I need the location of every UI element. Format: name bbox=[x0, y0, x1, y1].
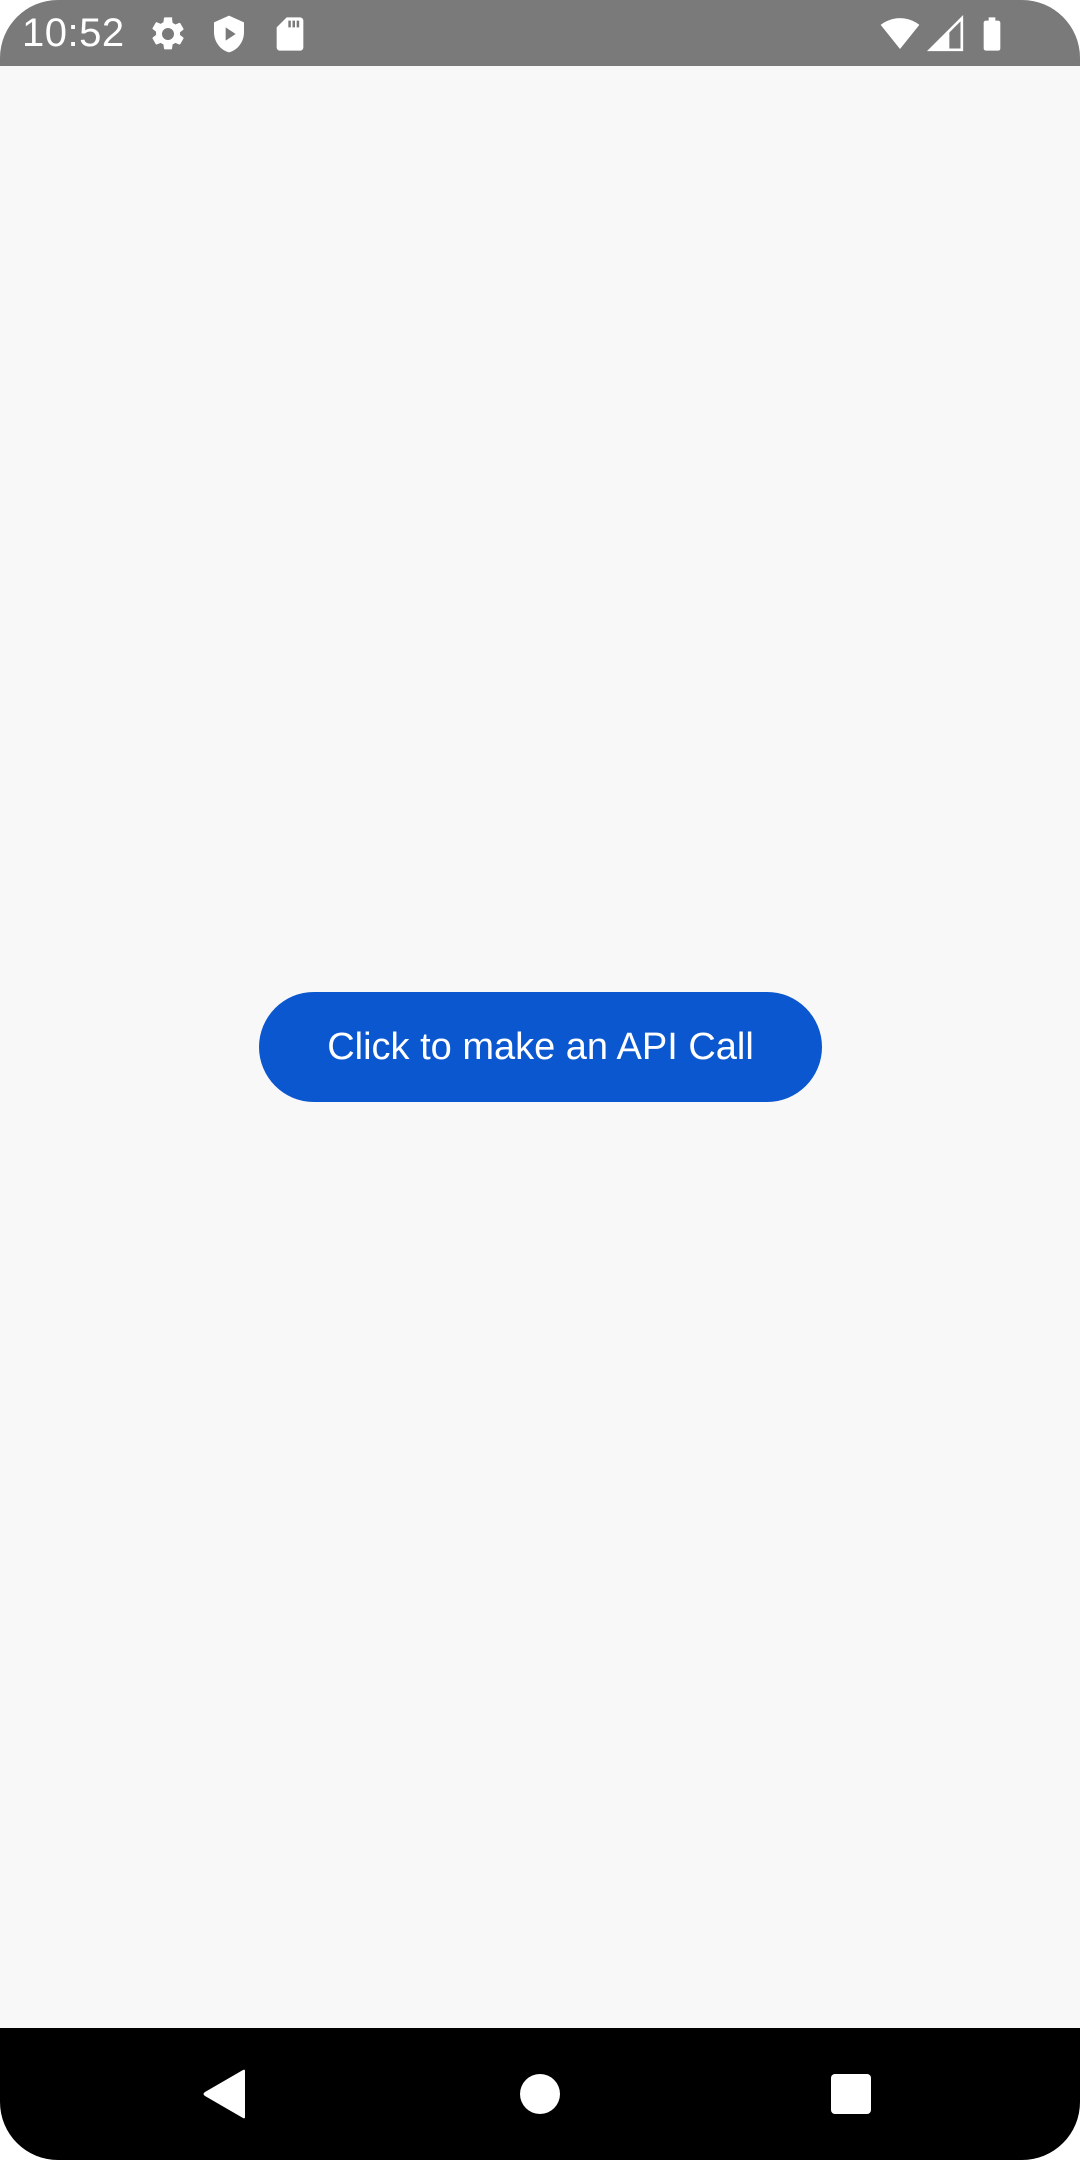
cell-signal-icon bbox=[926, 14, 966, 54]
recents-icon bbox=[831, 2074, 871, 2114]
navigation-bar bbox=[0, 2028, 1080, 2160]
recents-button[interactable] bbox=[785, 2028, 917, 2160]
back-button[interactable] bbox=[159, 2028, 291, 2160]
status-time: 10:52 bbox=[22, 11, 125, 55]
home-icon bbox=[520, 2074, 560, 2114]
sd-card-icon bbox=[270, 14, 310, 54]
play-protect-icon bbox=[209, 14, 249, 54]
battery-icon bbox=[972, 14, 1012, 54]
gear-icon bbox=[148, 14, 188, 54]
back-icon bbox=[203, 2069, 245, 2119]
main-content: Click to make an API Call bbox=[0, 66, 1080, 2028]
wifi-icon bbox=[880, 14, 920, 54]
status-bar: 10:52 bbox=[0, 0, 1080, 66]
api-call-button[interactable]: Click to make an API Call bbox=[259, 992, 822, 1102]
home-button[interactable] bbox=[474, 2028, 606, 2160]
device-screen: 10:52 Click to make an API Call bbox=[0, 0, 1080, 2160]
